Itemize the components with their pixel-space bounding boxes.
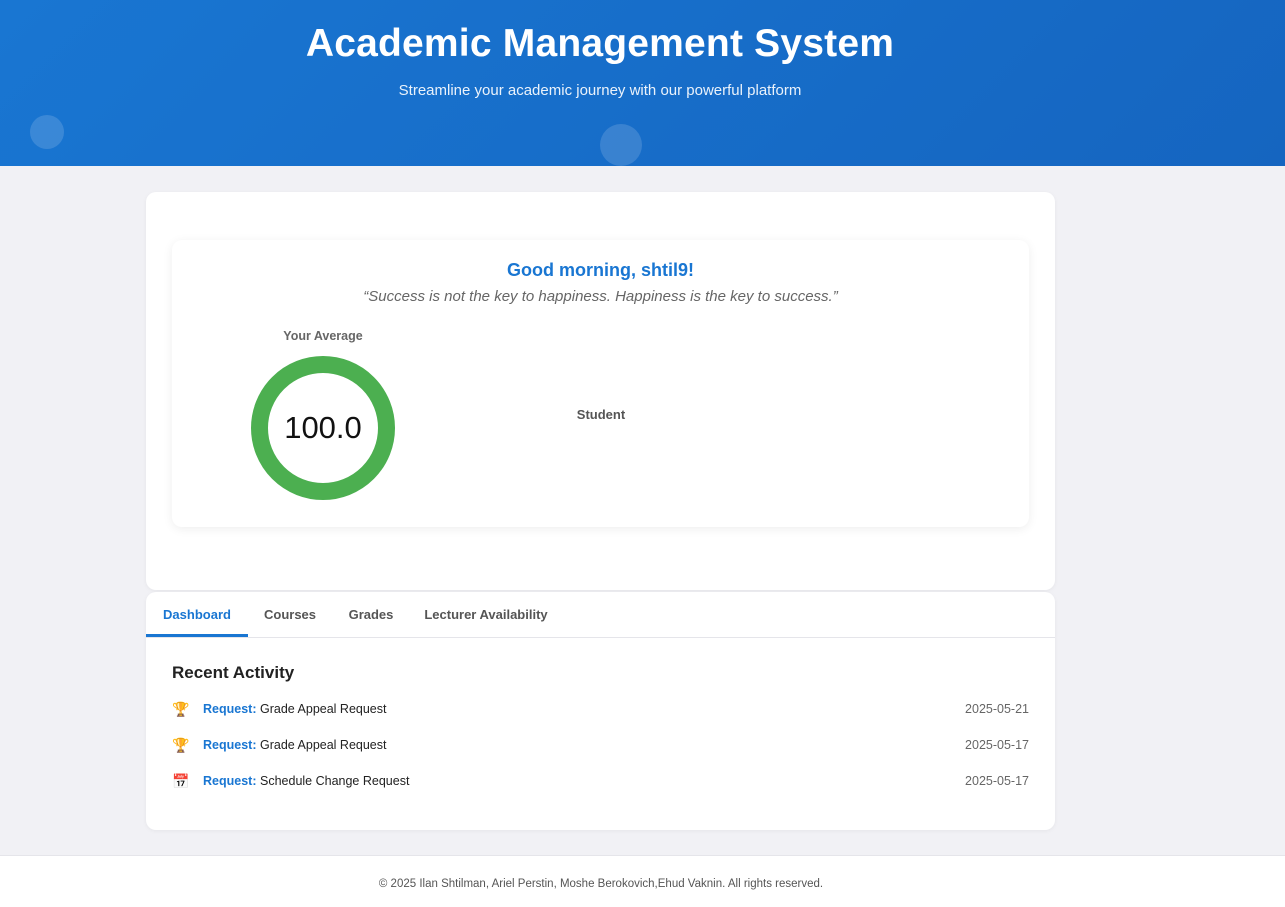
activity-date: 2025-05-17 [965, 738, 1029, 752]
activity-kind: Request: [203, 702, 257, 716]
average-gauge: 100.0 [251, 356, 395, 500]
activity-item: 📅 Request: Schedule Change Request 2025-… [172, 770, 1029, 794]
greeting-text: Good morning, shtil9! [507, 260, 694, 280]
page-footer: © 2025 Ilan Shtilman, Ariel Perstin, Mos… [0, 855, 1285, 907]
activity-item: 🏆 Request: Grade Appeal Request 2025-05-… [172, 698, 1029, 722]
tab-lecturer-availability[interactable]: Lecturer Availability [410, 592, 562, 637]
trophy-icon: 🏆 [172, 701, 190, 717]
page-title: Academic Management System [305, 22, 895, 65]
decorative-bubble [30, 115, 64, 149]
recent-activity-title: Recent Activity [172, 663, 295, 682]
user-role: Student [576, 407, 626, 422]
activity-description: Grade Appeal Request [260, 702, 387, 716]
motivational-quote: “Success is not the key to happiness. Ha… [363, 288, 838, 305]
activity-date: 2025-05-21 [965, 702, 1029, 716]
page-subtitle: Streamline your academic journey with ou… [398, 82, 802, 99]
activity-description: Schedule Change Request [260, 774, 410, 788]
welcome-section: Good morning, shtil9! “Success is not th… [146, 192, 1055, 590]
tab-grades[interactable]: Grades [332, 592, 410, 637]
activity-date: 2025-05-17 [965, 774, 1029, 788]
tab-bar: Dashboard Courses Grades Lecturer Availa… [146, 592, 1055, 638]
welcome-card: Good morning, shtil9! “Success is not th… [172, 240, 1029, 527]
activity-item: 🏆 Request: Grade Appeal Request 2025-05-… [172, 734, 1029, 758]
activity-description: Grade Appeal Request [260, 738, 387, 752]
decorative-bubble [600, 124, 642, 166]
tab-courses[interactable]: Courses [248, 592, 332, 637]
copyright-text: © 2025 Ilan Shtilman, Ariel Perstin, Mos… [378, 878, 824, 890]
calendar-icon: 📅 [172, 773, 190, 789]
activity-kind: Request: [203, 738, 257, 752]
tab-dashboard[interactable]: Dashboard [146, 592, 248, 637]
activity-kind: Request: [203, 774, 257, 788]
dashboard-panel: Dashboard Courses Grades Lecturer Availa… [146, 592, 1055, 830]
average-label: Your Average [283, 329, 363, 343]
trophy-icon: 🏆 [172, 737, 190, 753]
average-value: 100.0 [284, 410, 362, 445]
header-banner: Academic Management System Streamline yo… [0, 0, 1285, 166]
